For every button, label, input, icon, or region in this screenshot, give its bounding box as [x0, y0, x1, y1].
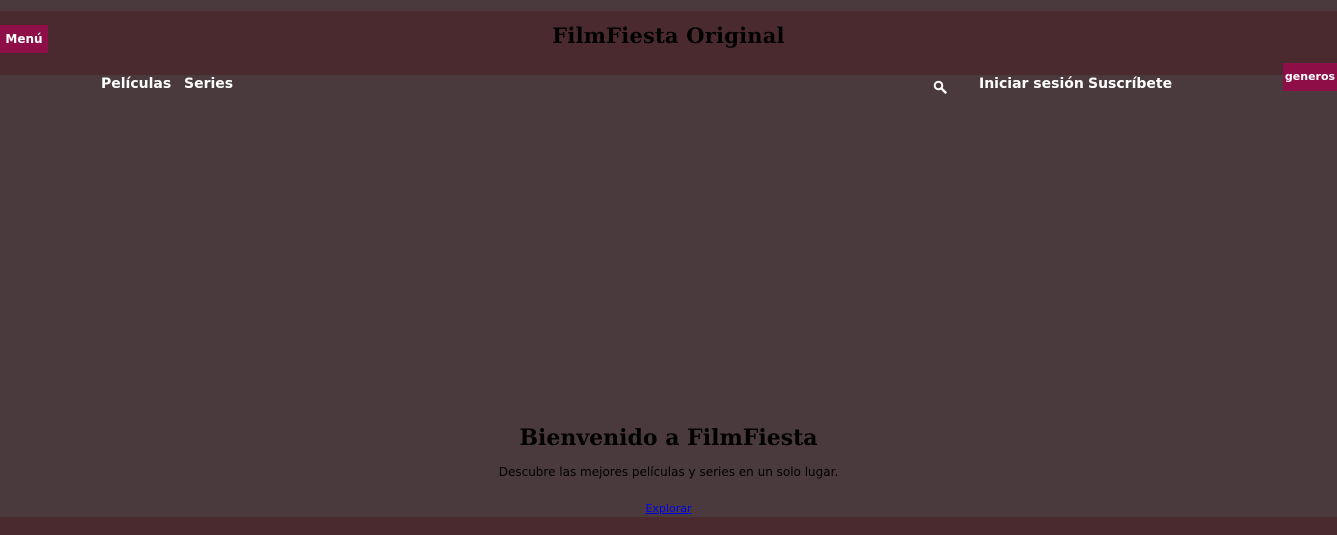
subscribe-link[interactable]: Suscríbete — [1088, 76, 1172, 92]
header-bar: FilmFiesta Original — [0, 11, 1337, 75]
footer-bar — [0, 517, 1337, 535]
explore-link[interactable]: Explorar — [645, 502, 691, 515]
site-title: FilmFiesta Original — [552, 23, 785, 48]
search-icon[interactable] — [933, 79, 947, 94]
nav-link-peliculas[interactable]: Películas — [101, 76, 171, 92]
login-link[interactable]: Iniciar sesión — [979, 76, 1084, 92]
hero-title: Bienvenido a FilmFiesta — [519, 425, 818, 451]
nav-link-series[interactable]: Series — [184, 76, 233, 92]
page: FilmFiesta Original Menú generos Películ… — [0, 0, 1337, 535]
menu-button[interactable]: Menú — [0, 25, 48, 53]
explore-link-wrapper: Explorar — [0, 502, 1337, 515]
generos-button[interactable]: generos — [1283, 63, 1337, 91]
hero-subtitle: Descubre las mejores películas y series … — [498, 465, 839, 479]
